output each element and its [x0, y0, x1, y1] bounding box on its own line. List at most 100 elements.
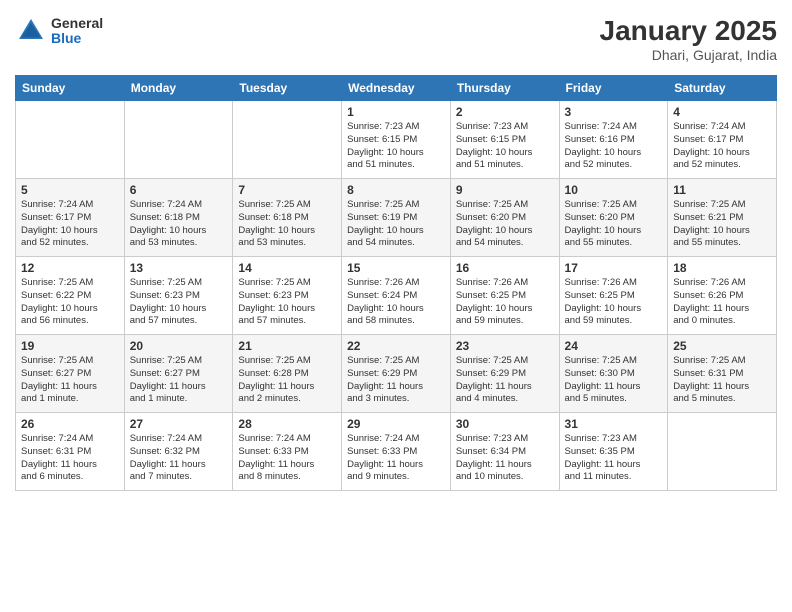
calendar-cell: 8Sunrise: 7:25 AM Sunset: 6:19 PM Daylig… — [342, 179, 451, 257]
calendar-cell: 15 Sunrise: 7:26 AM Sunset: 6:24 PM Dayli… — [342, 257, 451, 335]
day-number: 8 — [347, 183, 445, 197]
day-number: 27 — [130, 417, 228, 431]
calendar-cell: 30 Sunrise: 7:23 AM Sunset: 6:34 PM Dayli… — [450, 413, 559, 491]
day-number: 31 — [565, 417, 663, 431]
day-info: Sunrise: 7:23 AM Sunset: 6:15 PM Dayligh… — [456, 121, 554, 172]
col-header-wednesday: Wednesday — [342, 76, 451, 101]
logo-icon — [15, 15, 47, 47]
day-info: Sunrise: 7:24 AM Sunset: 6:16 PM Dayligh… — [565, 121, 663, 172]
calendar-cell: 1Sunrise: 7:23 AM Sunset: 6:15 PM Daylig… — [342, 101, 451, 179]
day-info: Sunrise: 7:25 AM Sunset: 6:28 PM Dayligh… — [238, 355, 336, 406]
calendar-header-row: SundayMondayTuesdayWednesdayThursdayFrid… — [16, 76, 777, 101]
calendar-cell: 9 Sunrise: 7:25 AM Sunset: 6:20 PM Daylig… — [450, 179, 559, 257]
day-number: 14 — [238, 261, 336, 275]
calendar-cell — [124, 101, 233, 179]
day-info: Sunrise: 7:26 AM Sunset: 6:25 PM Dayligh… — [456, 277, 554, 328]
day-number: 25 — [673, 339, 771, 353]
day-info: Sunrise: 7:25 AM Sunset: 6:20 PM Dayligh… — [565, 199, 663, 250]
day-info: Sunrise: 7:24 AM Sunset: 6:33 PM Dayligh… — [238, 433, 336, 484]
day-number: 24 — [565, 339, 663, 353]
calendar-cell: 18 Sunrise: 7:26 AM Sunset: 6:26 PM Dayli… — [668, 257, 777, 335]
page: General Blue January 2025 Dhari, Gujarat… — [0, 0, 792, 612]
calendar-cell: 4Sunrise: 7:24 AM Sunset: 6:17 PM Daylig… — [668, 101, 777, 179]
calendar-cell: 25 Sunrise: 7:25 AM Sunset: 6:31 PM Dayli… — [668, 335, 777, 413]
day-number: 10 — [565, 183, 663, 197]
calendar-cell — [16, 101, 125, 179]
col-header-saturday: Saturday — [668, 76, 777, 101]
col-header-friday: Friday — [559, 76, 668, 101]
day-info: Sunrise: 7:24 AM Sunset: 6:17 PM Dayligh… — [21, 199, 119, 250]
col-header-monday: Monday — [124, 76, 233, 101]
header: General Blue January 2025 Dhari, Gujarat… — [15, 15, 777, 63]
calendar-cell: 17 Sunrise: 7:26 AM Sunset: 6:25 PM Dayli… — [559, 257, 668, 335]
day-number: 13 — [130, 261, 228, 275]
day-info: Sunrise: 7:25 AM Sunset: 6:23 PM Dayligh… — [238, 277, 336, 328]
day-info: Sunrise: 7:25 AM Sunset: 6:23 PM Dayligh… — [130, 277, 228, 328]
calendar-cell: 16 Sunrise: 7:26 AM Sunset: 6:25 PM Dayli… — [450, 257, 559, 335]
day-info: Sunrise: 7:23 AM Sunset: 6:35 PM Dayligh… — [565, 433, 663, 484]
day-number: 4 — [673, 105, 771, 119]
calendar-title: January 2025 — [600, 15, 777, 47]
day-info: Sunrise: 7:25 AM Sunset: 6:18 PM Dayligh… — [238, 199, 336, 250]
calendar-cell: 22 Sunrise: 7:25 AM Sunset: 6:29 PM Dayli… — [342, 335, 451, 413]
day-info: Sunrise: 7:25 AM Sunset: 6:30 PM Dayligh… — [565, 355, 663, 406]
day-info: Sunrise: 7:24 AM Sunset: 6:33 PM Dayligh… — [347, 433, 445, 484]
title-block: January 2025 Dhari, Gujarat, India — [600, 15, 777, 63]
day-number: 22 — [347, 339, 445, 353]
calendar-cell: 6Sunrise: 7:24 AM Sunset: 6:18 PM Daylig… — [124, 179, 233, 257]
logo-text: General Blue — [51, 16, 103, 47]
day-number: 21 — [238, 339, 336, 353]
day-number: 2 — [456, 105, 554, 119]
calendar-week-0: 1Sunrise: 7:23 AM Sunset: 6:15 PM Daylig… — [16, 101, 777, 179]
day-number: 23 — [456, 339, 554, 353]
calendar-cell: 5 Sunrise: 7:24 AM Sunset: 6:17 PM Daylig… — [16, 179, 125, 257]
day-number: 15 — [347, 261, 445, 275]
day-info: Sunrise: 7:26 AM Sunset: 6:25 PM Dayligh… — [565, 277, 663, 328]
day-number: 29 — [347, 417, 445, 431]
day-number: 5 — [21, 183, 119, 197]
calendar-cell: 26Sunrise: 7:24 AM Sunset: 6:31 PM Dayli… — [16, 413, 125, 491]
calendar-cell: 27Sunrise: 7:24 AM Sunset: 6:32 PM Dayli… — [124, 413, 233, 491]
day-info: Sunrise: 7:25 AM Sunset: 6:21 PM Dayligh… — [673, 199, 771, 250]
logo-general: General — [51, 16, 103, 31]
day-number: 17 — [565, 261, 663, 275]
calendar-week-4: 26Sunrise: 7:24 AM Sunset: 6:31 PM Dayli… — [16, 413, 777, 491]
day-number: 7 — [238, 183, 336, 197]
day-info: Sunrise: 7:26 AM Sunset: 6:26 PM Dayligh… — [673, 277, 771, 328]
calendar-cell — [233, 101, 342, 179]
logo-blue: Blue — [51, 31, 103, 46]
calendar-cell: 24 Sunrise: 7:25 AM Sunset: 6:30 PM Dayli… — [559, 335, 668, 413]
calendar-cell: 2 Sunrise: 7:23 AM Sunset: 6:15 PM Daylig… — [450, 101, 559, 179]
day-number: 18 — [673, 261, 771, 275]
calendar-cell: 13 Sunrise: 7:25 AM Sunset: 6:23 PM Dayli… — [124, 257, 233, 335]
logo: General Blue — [15, 15, 103, 47]
col-header-thursday: Thursday — [450, 76, 559, 101]
day-number: 11 — [673, 183, 771, 197]
calendar-week-2: 12 Sunrise: 7:25 AM Sunset: 6:22 PM Dayli… — [16, 257, 777, 335]
calendar-cell: 3Sunrise: 7:24 AM Sunset: 6:16 PM Daylig… — [559, 101, 668, 179]
day-info: Sunrise: 7:25 AM Sunset: 6:29 PM Dayligh… — [347, 355, 445, 406]
calendar-cell: 12 Sunrise: 7:25 AM Sunset: 6:22 PM Dayli… — [16, 257, 125, 335]
calendar-cell: 28 Sunrise: 7:24 AM Sunset: 6:33 PM Dayli… — [233, 413, 342, 491]
day-info: Sunrise: 7:26 AM Sunset: 6:24 PM Dayligh… — [347, 277, 445, 328]
day-info: Sunrise: 7:25 AM Sunset: 6:27 PM Dayligh… — [130, 355, 228, 406]
day-info: Sunrise: 7:24 AM Sunset: 6:31 PM Dayligh… — [21, 433, 119, 484]
day-info: Sunrise: 7:25 AM Sunset: 6:31 PM Dayligh… — [673, 355, 771, 406]
calendar-cell: 10 Sunrise: 7:25 AM Sunset: 6:20 PM Dayli… — [559, 179, 668, 257]
day-number: 16 — [456, 261, 554, 275]
col-header-sunday: Sunday — [16, 76, 125, 101]
day-number: 30 — [456, 417, 554, 431]
calendar-table: SundayMondayTuesdayWednesdayThursdayFrid… — [15, 75, 777, 491]
day-info: Sunrise: 7:25 AM Sunset: 6:20 PM Dayligh… — [456, 199, 554, 250]
day-number: 12 — [21, 261, 119, 275]
day-info: Sunrise: 7:25 AM Sunset: 6:29 PM Dayligh… — [456, 355, 554, 406]
day-info: Sunrise: 7:23 AM Sunset: 6:15 PM Dayligh… — [347, 121, 445, 172]
day-number: 6 — [130, 183, 228, 197]
day-info: Sunrise: 7:25 AM Sunset: 6:22 PM Dayligh… — [21, 277, 119, 328]
calendar-cell — [668, 413, 777, 491]
day-number: 9 — [456, 183, 554, 197]
calendar-cell: 14 Sunrise: 7:25 AM Sunset: 6:23 PM Dayli… — [233, 257, 342, 335]
calendar-cell: 31 Sunrise: 7:23 AM Sunset: 6:35 PM Dayli… — [559, 413, 668, 491]
day-info: Sunrise: 7:23 AM Sunset: 6:34 PM Dayligh… — [456, 433, 554, 484]
day-number: 28 — [238, 417, 336, 431]
